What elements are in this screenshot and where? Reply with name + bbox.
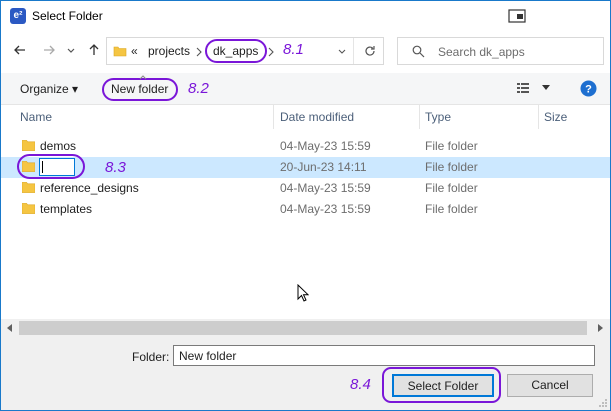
window-title: Select Folder (32, 9, 103, 23)
up-arrow-icon (89, 44, 99, 55)
view-options-icon[interactable] (517, 82, 533, 94)
annotation-8-3: 8.3 (105, 159, 126, 176)
address-bar[interactable]: « projects dk_apps 8.1 (106, 37, 384, 65)
help-icon[interactable]: ? (580, 80, 597, 97)
row-name: reference_designs (40, 181, 139, 195)
folder-label: Folder: (132, 350, 170, 364)
chevron-right-icon (196, 47, 202, 57)
view-dropdown-icon[interactable] (542, 85, 550, 91)
resize-grip-icon[interactable] (598, 398, 608, 408)
row-date: 04-May-23 15:59 (280, 202, 371, 216)
breadcrumb-overflow[interactable]: « (131, 44, 138, 58)
annotation-oval-8-2 (102, 78, 178, 101)
row-name: demos (40, 139, 77, 153)
title-bar: e² Select Folder (1, 1, 610, 31)
column-size[interactable]: Size (544, 110, 567, 124)
column-type[interactable]: Type (425, 110, 451, 124)
row-name: templates (40, 202, 93, 216)
column-divider[interactable] (419, 105, 420, 129)
file-list: Name Date modified Type Size demos 04-Ma… (1, 105, 610, 319)
annotation-oval-8-1 (205, 39, 267, 63)
app-icon: e² (10, 8, 26, 24)
sort-up-icon (139, 75, 147, 80)
chevron-down-icon (67, 48, 75, 53)
table-row[interactable]: demos 04-May-23 15:59 File folder (1, 136, 610, 157)
annotation-8-1: 8.1 (283, 41, 304, 58)
select-folder-dialog: e² Select Folder « projects dk_apps 8.1 … (0, 0, 611, 411)
annotation-oval-8-3 (17, 154, 85, 179)
horizontal-scrollbar[interactable] (1, 319, 610, 337)
address-dropdown-icon[interactable] (337, 47, 347, 57)
recent-locations-button[interactable] (63, 43, 79, 59)
breadcrumb-projects[interactable]: projects (148, 44, 190, 58)
row-type: File folder (425, 202, 478, 216)
dialog-footer: Folder: New folder 8.4 Select Folder Can… (1, 337, 610, 410)
row-date: 04-May-23 15:59 (280, 139, 371, 153)
row-date: 04-May-23 15:59 (280, 181, 371, 195)
annotation-8-2: 8.2 (188, 80, 209, 97)
row-type: File folder (425, 160, 478, 174)
refresh-icon[interactable] (363, 44, 377, 58)
column-name[interactable]: Name (20, 110, 52, 124)
command-bar: Organize ▾ New folder 8.2 ? (1, 73, 610, 105)
navigation-bar: « projects dk_apps 8.1 Search dk_apps (1, 31, 610, 73)
up-button[interactable] (86, 43, 102, 59)
search-input[interactable]: Search dk_apps (438, 45, 525, 59)
forward-button[interactable] (41, 43, 57, 59)
annotation-8-4: 8.4 (350, 376, 371, 393)
mouse-pointer-icon (297, 284, 309, 302)
folder-icon (22, 140, 35, 151)
table-row[interactable]: 8.3 20-Jun-23 14:11 File folder (1, 154, 610, 179)
row-date: 20-Jun-23 14:11 (280, 160, 367, 174)
organize-menu[interactable]: Organize ▾ (20, 82, 78, 96)
folder-icon (22, 203, 35, 214)
folder-name-field[interactable]: New folder (173, 345, 595, 366)
folder-icon (113, 46, 127, 57)
row-type: File folder (425, 139, 478, 153)
column-divider[interactable] (273, 105, 274, 129)
search-box[interactable]: Search dk_apps (397, 37, 604, 65)
window-control-icon[interactable] (508, 9, 526, 23)
search-icon (412, 45, 425, 58)
folder-name-value: New folder (179, 349, 237, 363)
refresh-divider (353, 38, 354, 64)
back-arrow-icon (14, 45, 25, 55)
forward-arrow-icon (44, 45, 55, 55)
select-folder-button[interactable]: Select Folder (392, 374, 494, 397)
column-divider[interactable] (538, 105, 539, 129)
folder-icon (22, 182, 35, 193)
scroll-left-icon[interactable] (6, 324, 13, 332)
scroll-right-icon[interactable] (597, 324, 604, 332)
table-row[interactable]: templates 04-May-23 15:59 File folder (1, 199, 610, 220)
svg-text:?: ? (585, 84, 592, 96)
back-button[interactable] (12, 43, 28, 59)
cancel-button[interactable]: Cancel (507, 374, 593, 397)
scrollbar-thumb[interactable] (19, 321, 587, 335)
row-type: File folder (425, 181, 478, 195)
chevron-right-icon (268, 47, 274, 57)
table-row[interactable]: reference_designs 04-May-23 15:59 File f… (1, 178, 610, 199)
column-date-modified[interactable]: Date modified (280, 110, 354, 124)
